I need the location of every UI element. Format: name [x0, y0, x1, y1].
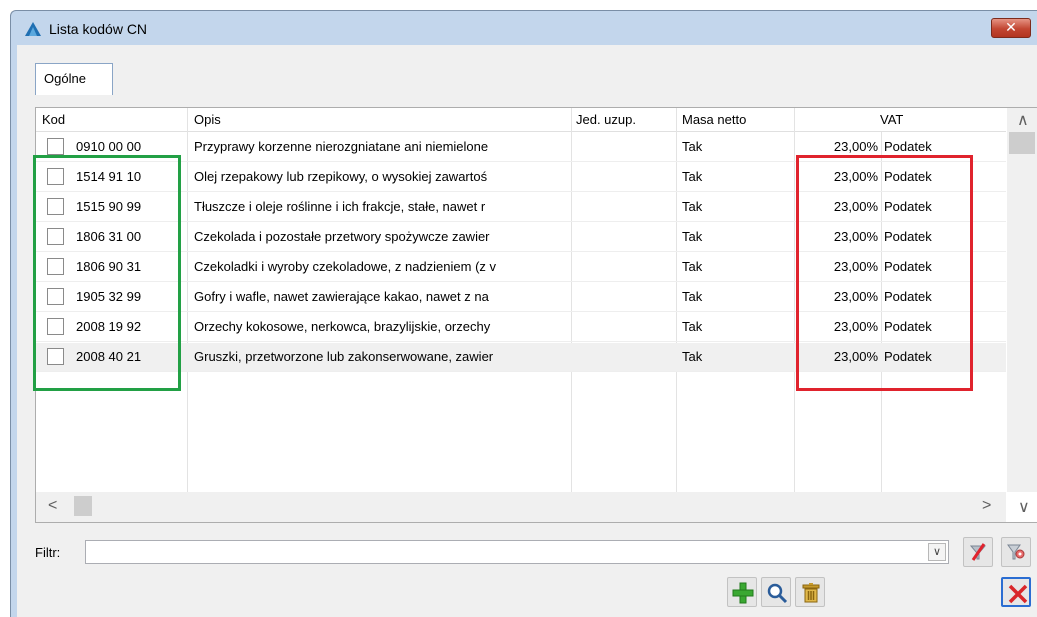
- horizontal-scroll-thumb[interactable]: [74, 496, 92, 516]
- horizontal-scrollbar[interactable]: < >: [36, 492, 1006, 522]
- description-cell: Czekoladki i wyroby czekoladowe, z nadzi…: [194, 259, 497, 274]
- magnifier-icon: [767, 583, 788, 604]
- masa-netto-cell: Tak: [682, 349, 703, 364]
- vat-rate-cell: 23,00%: [833, 139, 878, 154]
- column-header-masa-netto[interactable]: Masa netto: [682, 112, 746, 127]
- column-header-kod[interactable]: Kod: [42, 112, 65, 127]
- filter-dropdown-button[interactable]: ∨: [928, 543, 946, 561]
- description-cell: Olej rzepakowy lub rzepikowy, o wysokiej…: [194, 169, 488, 184]
- code-cell: 0910 00 00: [76, 139, 142, 154]
- masa-netto-cell: Tak: [682, 319, 703, 334]
- tab-ogolne[interactable]: Ogólne: [35, 63, 113, 95]
- masa-netto-cell: Tak: [682, 259, 703, 274]
- description-cell: Przyprawy korzenne nierozgniatane ani ni…: [194, 139, 489, 154]
- description-cell: Tłuszcze i oleje roślinne i ich frakcje,…: [194, 199, 486, 214]
- title-bar[interactable]: Lista kodów CN ✕: [11, 11, 1037, 45]
- plus-icon: [732, 582, 754, 604]
- dialog-window: Lista kodów CN ✕ Ogólne Kod Opis Jed. uz…: [10, 10, 1037, 617]
- vertical-scrollbar[interactable]: ∧: [1007, 108, 1037, 492]
- description-cell: Czekolada i pozostałe przetwory spożywcz…: [194, 229, 490, 244]
- filter-settings-button[interactable]: [1001, 537, 1031, 567]
- grid-header: Kod Opis Jed. uzup. Masa netto VAT: [36, 108, 1006, 132]
- window-close-button[interactable]: ✕: [991, 18, 1031, 38]
- app-logo-icon: [25, 22, 41, 36]
- vertical-scroll-thumb[interactable]: [1009, 132, 1035, 154]
- row-checkbox[interactable]: [47, 138, 64, 155]
- scroll-left-arrow-icon[interactable]: <: [48, 497, 57, 515]
- search-button[interactable]: [761, 577, 791, 607]
- code-column-highlight: [33, 155, 181, 391]
- column-header-opis[interactable]: Opis: [194, 112, 221, 127]
- vat-type-cell: Podatek: [884, 139, 932, 154]
- scroll-right-arrow-icon[interactable]: >: [982, 497, 991, 515]
- close-button[interactable]: [1001, 577, 1031, 607]
- clear-filter-button[interactable]: [963, 537, 993, 567]
- description-cell: Gofry i wafle, nawet zawierające kakao, …: [194, 289, 489, 304]
- close-icon: [1008, 584, 1028, 604]
- dialog-body: Ogólne Kod Opis Jed. uzup. Masa netto VA…: [17, 45, 1037, 617]
- add-button[interactable]: [727, 577, 757, 607]
- masa-netto-cell: Tak: [682, 229, 703, 244]
- masa-netto-cell: Tak: [682, 139, 703, 154]
- masa-netto-cell: Tak: [682, 169, 703, 184]
- vat-column-highlight: [796, 155, 973, 391]
- delete-button[interactable]: [795, 577, 825, 607]
- filter-input[interactable]: ∨: [85, 540, 949, 564]
- scroll-down-arrow-icon[interactable]: ∨: [1018, 497, 1030, 517]
- window-title: Lista kodów CN: [49, 21, 148, 37]
- column-header-jed-uzup[interactable]: Jed. uzup.: [576, 112, 636, 127]
- column-header-vat[interactable]: VAT: [880, 112, 903, 127]
- masa-netto-cell: Tak: [682, 199, 703, 214]
- description-cell: Orzechy kokosowe, nerkowca, brazylijskie…: [194, 319, 491, 334]
- clear-filter-icon: [969, 543, 987, 561]
- filter-label: Filtr:: [35, 545, 61, 560]
- trash-icon: [802, 583, 820, 603]
- description-cell: Gruszki, przetworzone lub zakonserwowane…: [194, 349, 494, 364]
- scroll-up-arrow-icon[interactable]: ∧: [1017, 110, 1029, 130]
- masa-netto-cell: Tak: [682, 289, 703, 304]
- filter-settings-icon: [1007, 544, 1025, 560]
